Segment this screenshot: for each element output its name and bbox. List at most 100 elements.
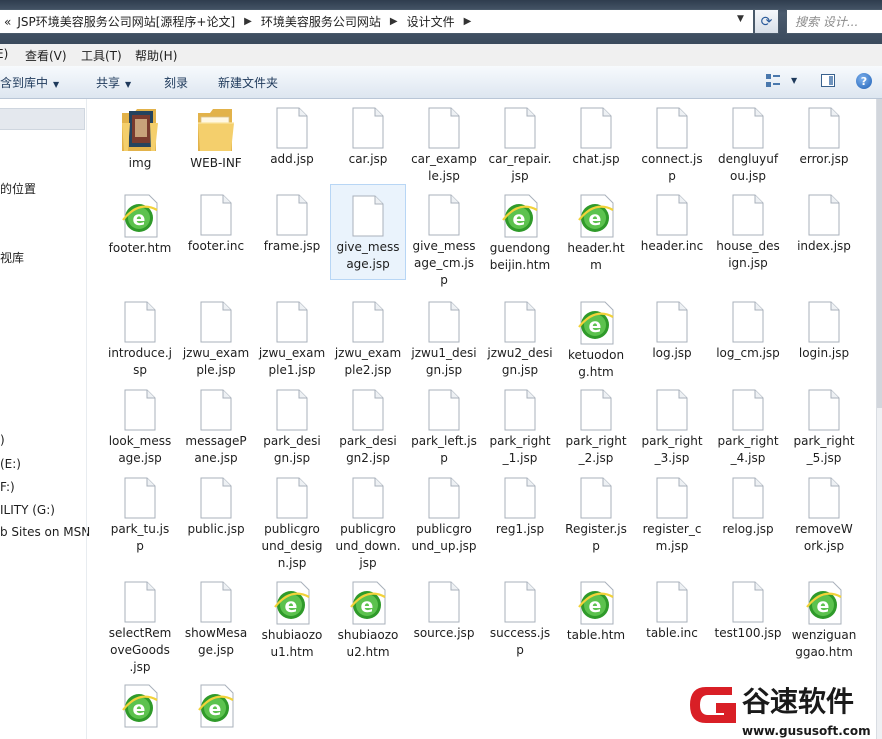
file-item[interactable]: public.jsp <box>178 477 254 538</box>
breadcrumb-separator-icon[interactable]: ▶ <box>390 16 398 27</box>
preview-pane-icon[interactable] <box>821 74 835 87</box>
file-item[interactable]: frame.jsp <box>254 194 330 255</box>
file-item[interactable]: connect.js p <box>634 107 710 185</box>
file-item[interactable]: login.jsp <box>786 301 862 362</box>
file-item[interactable]: chat.jsp <box>558 107 634 168</box>
document-icon <box>124 477 156 519</box>
breadcrumb-site[interactable]: 环境美容服务公司网站 <box>261 13 381 30</box>
document-icon <box>656 107 688 149</box>
file-item[interactable]: park_tu.js p <box>102 477 178 555</box>
refresh-button[interactable]: ⟳ <box>754 9 779 34</box>
nav-item-video-library[interactable]: 视库 <box>0 249 24 266</box>
file-item[interactable]: e <box>102 684 178 728</box>
address-bar[interactable]: « JSP环境美容服务公司网站[源程序+论文] ▶ 环境美容服务公司网站 ▶ 设… <box>0 9 754 34</box>
menu-view[interactable]: 查看(V) <box>25 47 67 64</box>
file-item[interactable]: jzwu_exam ple1.jsp <box>254 301 330 379</box>
file-item[interactable]: WEB-INF <box>178 107 254 172</box>
nav-item-drive[interactable]: ) <box>0 433 5 447</box>
file-item[interactable]: car_examp le.jsp <box>406 107 482 185</box>
file-item[interactable]: e guendong beijin.htm <box>482 194 558 274</box>
file-item[interactable]: park_desi gn.jsp <box>254 389 330 467</box>
breadcrumb-root[interactable]: JSP环境美容服务公司网站[源程序+论文] <box>17 13 235 30</box>
file-item[interactable]: house_des ign.jsp <box>710 194 786 272</box>
file-item[interactable]: log.jsp <box>634 301 710 362</box>
file-item[interactable]: e table.htm <box>558 581 634 644</box>
file-item[interactable]: publicgro und_down. jsp <box>330 477 406 572</box>
nav-item-web-sites-msn[interactable]: b Sites on MSN <box>0 525 90 539</box>
file-item[interactable]: selectRem oveGoods .jsp <box>102 581 178 676</box>
breadcrumb-current[interactable]: 设计文件 <box>407 13 455 30</box>
file-item[interactable]: jzwu1_desi gn.jsp <box>406 301 482 379</box>
file-item[interactable]: give_mess age_cm.js p <box>406 194 482 289</box>
file-item[interactable]: park_right _2.jsp <box>558 389 634 467</box>
pane-divider[interactable] <box>86 99 87 739</box>
file-item[interactable]: img <box>102 107 178 172</box>
file-item[interactable]: park_right _4.jsp <box>710 389 786 467</box>
file-item[interactable]: park_desi gn2.jsp <box>330 389 406 467</box>
scrollbar-thumb[interactable] <box>877 99 882 408</box>
menu-edit[interactable]: E) <box>0 47 8 61</box>
svg-text:e: e <box>361 595 374 617</box>
file-item[interactable]: e shubiaozo u2.htm <box>330 581 406 661</box>
view-dropdown-icon[interactable]: ▼ <box>791 76 797 85</box>
file-item[interactable]: park_right _1.jsp <box>482 389 558 467</box>
burn-button[interactable]: 刻录 <box>164 74 188 91</box>
file-item[interactable]: park_right _3.jsp <box>634 389 710 467</box>
file-item[interactable]: introduce.j sp <box>102 301 178 379</box>
nav-item-drive-g[interactable]: ILITY (G:) <box>0 503 55 517</box>
file-item[interactable]: park_left.js p <box>406 389 482 467</box>
file-item[interactable]: e <box>178 684 254 728</box>
breadcrumb-separator-icon[interactable]: ▶ <box>244 16 252 27</box>
file-item[interactable]: park_right _5.jsp <box>786 389 862 467</box>
help-icon[interactable]: ? <box>856 73 872 89</box>
file-item[interactable]: reg1.jsp <box>482 477 558 538</box>
file-item[interactable]: register_c m.jsp <box>634 477 710 555</box>
new-folder-button[interactable]: 新建文件夹 <box>218 74 278 91</box>
menu-help[interactable]: 帮助(H) <box>135 47 177 64</box>
file-item[interactable]: index.jsp <box>786 194 862 255</box>
file-item[interactable]: car.jsp <box>330 107 406 168</box>
file-item[interactable]: e ketuodon g.htm <box>558 301 634 381</box>
nav-item-recent-places[interactable]: 的位置 <box>0 180 36 197</box>
file-item[interactable]: e wenziguan ggao.htm <box>786 581 862 661</box>
file-item[interactable]: give_mess age.jsp <box>330 184 406 280</box>
menu-tools[interactable]: 工具(T) <box>81 47 122 64</box>
share-button[interactable]: 共享 ▼ <box>96 74 131 91</box>
file-item[interactable]: e shubiaozo u1.htm <box>254 581 330 661</box>
nav-item-drive-e[interactable]: (E:) <box>0 457 21 471</box>
file-item[interactable]: look_mess age.jsp <box>102 389 178 467</box>
file-item[interactable]: add.jsp <box>254 107 330 168</box>
file-item[interactable]: e footer.htm <box>102 194 178 257</box>
file-item[interactable]: test100.jsp <box>710 581 786 642</box>
file-item[interactable]: removeW ork.jsp <box>786 477 862 555</box>
breadcrumb-separator-icon[interactable]: ▶ <box>464 16 472 27</box>
file-item[interactable]: publicgro und_up.jsp <box>406 477 482 555</box>
nav-item-drive-f[interactable]: F:) <box>0 480 15 494</box>
file-item[interactable]: jzwu_exam ple.jsp <box>178 301 254 379</box>
search-input[interactable]: 搜索 设计... <box>786 9 882 34</box>
file-item[interactable]: footer.inc <box>178 194 254 255</box>
include-in-library-button[interactable]: 包含到库中 ▼ <box>0 74 59 91</box>
file-item[interactable]: publicgro und_desig n.jsp <box>254 477 330 572</box>
file-item[interactable]: source.jsp <box>406 581 482 642</box>
file-item[interactable]: messageP ane.jsp <box>178 389 254 467</box>
file-item[interactable]: table.inc <box>634 581 710 642</box>
document-icon <box>580 477 612 519</box>
file-name-line: success.js <box>489 626 551 640</box>
nav-selected-item[interactable] <box>0 108 85 130</box>
file-item[interactable]: dengluyuf ou.jsp <box>710 107 786 185</box>
file-item[interactable]: log_cm.jsp <box>710 301 786 362</box>
file-item[interactable]: success.js p <box>482 581 558 659</box>
address-history-dropdown-icon[interactable]: ▼ <box>737 14 744 24</box>
view-options-icon[interactable] <box>766 74 780 88</box>
file-item[interactable]: header.inc <box>634 194 710 255</box>
file-item[interactable]: Register.js p <box>558 477 634 555</box>
file-item[interactable]: relog.jsp <box>710 477 786 538</box>
address-prefix[interactable]: « <box>4 15 11 29</box>
file-item[interactable]: jzwu2_desi gn.jsp <box>482 301 558 379</box>
file-item[interactable]: error.jsp <box>786 107 862 168</box>
file-item[interactable]: jzwu_exam ple2.jsp <box>330 301 406 379</box>
file-item[interactable]: showMesa ge.jsp <box>178 581 254 659</box>
file-item[interactable]: e header.ht m <box>558 194 634 274</box>
file-item[interactable]: car_repair. jsp <box>482 107 558 185</box>
